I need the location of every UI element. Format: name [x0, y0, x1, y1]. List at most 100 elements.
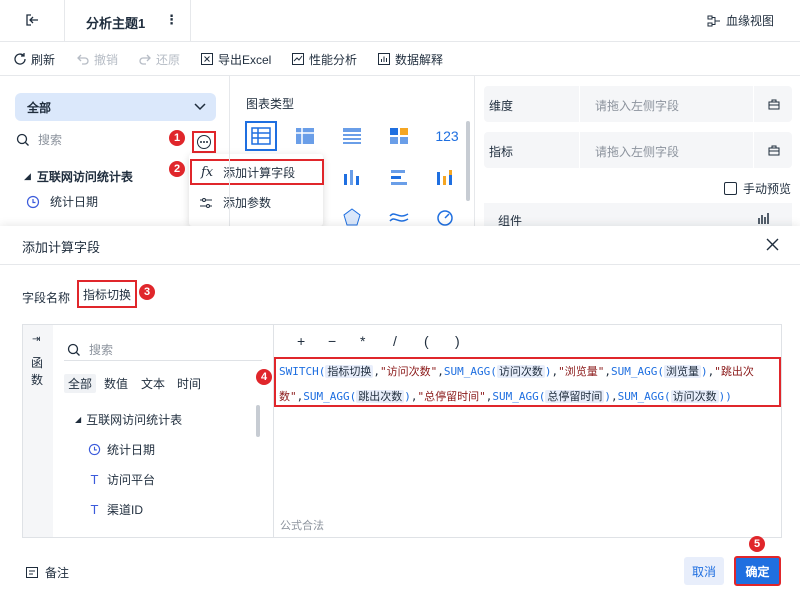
- lineage-icon: [707, 14, 721, 28]
- scope-select[interactable]: 全部: [15, 93, 216, 121]
- divider: [0, 264, 800, 265]
- formula-function: SUM_AGG(: [443, 365, 497, 378]
- settings-lock-icon[interactable]: [767, 97, 781, 111]
- data-explain-button[interactable]: 数据解释: [377, 42, 443, 76]
- data-explain-icon: [377, 52, 391, 66]
- bar-chart-icon[interactable]: [757, 212, 771, 224]
- bar-chart-icon[interactable]: [339, 164, 365, 190]
- more-options-icon[interactable]: [196, 134, 212, 150]
- undo-icon: [76, 52, 90, 66]
- function-tab[interactable]: 函数: [31, 355, 45, 389]
- export-excel-button[interactable]: 导出Excel: [200, 42, 271, 76]
- refresh-icon: [13, 52, 27, 66]
- operator-multiply-button[interactable]: *: [360, 333, 365, 349]
- formula-function: SUM_AGG(: [492, 390, 546, 403]
- detail-table-icon[interactable]: [339, 123, 365, 149]
- export-excel-label: 导出Excel: [218, 52, 272, 67]
- dimension-drop-zone[interactable]: 维度 请拖入左侧字段: [484, 86, 792, 122]
- formula-string: "浏览量": [558, 365, 605, 378]
- remark-button[interactable]: 备注: [25, 564, 69, 581]
- formula-string: "访问次数": [379, 365, 438, 378]
- field-name-value: 指标切换: [82, 287, 131, 302]
- search-icon: [16, 133, 30, 147]
- table-node[interactable]: ◢ 互联网访问统计表: [75, 411, 182, 428]
- step-badge-4: 4: [256, 369, 272, 385]
- operator-divide-button[interactable]: /: [393, 333, 397, 349]
- field-item-date[interactable]: 统计日期: [26, 193, 98, 210]
- formula-input[interactable]: SWITCH(指标切换 ,"访问次数",SUM_AGG(访问次数),"浏览量",S…: [274, 357, 781, 407]
- manual-preview-checkbox[interactable]: 手动预览: [724, 180, 791, 197]
- panel-divider: [229, 76, 230, 226]
- number-chart-icon[interactable]: 123: [432, 123, 462, 149]
- search-icon: [67, 343, 81, 357]
- formula-field-ref: 跳出次数: [356, 390, 405, 403]
- field-label: 访问平台: [107, 473, 156, 487]
- redo-icon: [138, 52, 152, 66]
- page-title: 分析主题1: [86, 16, 146, 31]
- confirm-button[interactable]: 确定: [734, 556, 781, 586]
- exit-icon[interactable]: [24, 12, 40, 28]
- chart-list-scrollbar[interactable]: [466, 121, 470, 201]
- tab-all[interactable]: 全部: [64, 374, 97, 393]
- formula-field-ref: 指标切换: [325, 365, 374, 378]
- table-chart-icon[interactable]: [245, 121, 277, 151]
- crosstab-chart-icon[interactable]: [292, 123, 318, 149]
- table-node[interactable]: ◢ 互联网访问统计表: [24, 168, 133, 185]
- menu-item-add-calc-field[interactable]: fx 添加计算字段: [190, 159, 324, 185]
- field-list-scrollbar[interactable]: [256, 405, 260, 437]
- horizontal-bar-icon[interactable]: [386, 164, 412, 190]
- field-item-channel[interactable]: T 渠道ID: [88, 501, 144, 518]
- note-icon: [25, 566, 39, 580]
- field-name-input[interactable]: 指标切换: [77, 280, 137, 308]
- kpi-card-icon[interactable]: [386, 123, 412, 149]
- step-badge-3: 3: [139, 284, 155, 300]
- formula-string: "总停留时间": [417, 390, 486, 403]
- chart-type-label: 图表类型: [246, 97, 295, 111]
- settings-lock-icon[interactable]: [767, 143, 781, 157]
- refresh-label: 刷新: [31, 52, 56, 67]
- field-name-label: 字段名称: [22, 291, 71, 305]
- field-search-input[interactable]: 搜索: [64, 339, 262, 361]
- manual-preview-label: 手动预览: [743, 182, 792, 196]
- sliders-icon: [199, 196, 213, 210]
- field-search[interactable]: 搜索: [16, 131, 62, 148]
- divider: [64, 0, 65, 42]
- cancel-button[interactable]: 取消: [684, 557, 724, 585]
- performance-label: 性能分析: [309, 52, 358, 67]
- toolbar: 刷新 撤销 还原 导出Excel 性能分析 数据解释: [0, 42, 800, 76]
- remark-label: 备注: [45, 566, 70, 580]
- step-badge-2: 2: [169, 161, 185, 177]
- menu-item-label: 添加参数: [223, 196, 272, 210]
- tab-number[interactable]: 数值: [100, 374, 132, 393]
- stacked-bar-icon[interactable]: [432, 164, 458, 190]
- performance-icon: [291, 52, 305, 66]
- tab-text[interactable]: 文本: [137, 374, 169, 393]
- menu-item-add-param[interactable]: 添加参数: [199, 194, 271, 211]
- formula-function: SUM_AGG(: [303, 390, 357, 403]
- field-label: 统计日期: [107, 443, 156, 457]
- operator-plus-button[interactable]: +: [297, 333, 305, 349]
- lineage-view-button[interactable]: 血缘视图: [707, 12, 774, 29]
- operator-lparen-button[interactable]: (: [424, 333, 429, 349]
- performance-analysis-button[interactable]: 性能分析: [291, 42, 357, 76]
- text-type-icon: T: [90, 502, 99, 517]
- caret-down-icon: ◢: [75, 415, 82, 424]
- more-vertical-icon[interactable]: ⋮: [165, 12, 178, 28]
- refresh-button[interactable]: 刷新: [13, 42, 55, 76]
- close-icon[interactable]: [766, 238, 779, 251]
- redo-button[interactable]: 还原: [138, 42, 180, 76]
- collapse-arrow-icon[interactable]: ⇥: [32, 334, 40, 345]
- formula-field-ref: 浏览量: [663, 365, 701, 378]
- metric-drop-zone[interactable]: 指标 请拖入左侧字段: [484, 132, 792, 168]
- operator-rparen-button[interactable]: ): [455, 333, 460, 349]
- undo-button[interactable]: 撤销: [76, 42, 118, 76]
- field-item-date[interactable]: 统计日期: [88, 441, 155, 458]
- tab-time[interactable]: 时间: [173, 374, 205, 393]
- table-name: 互联网访问统计表: [36, 170, 133, 184]
- operator-minus-button[interactable]: −: [328, 333, 336, 349]
- formula-status: 公式合法: [280, 520, 324, 532]
- field-item-platform[interactable]: T 访问平台: [88, 471, 156, 488]
- checkbox-box: [724, 182, 737, 195]
- add-calc-field-dialog: 添加计算字段 字段名称 指标切换 3 ⇥ 函数 搜索 全部 数值 文本 时间 ◢…: [0, 226, 800, 604]
- step-badge-5: 5: [749, 536, 765, 552]
